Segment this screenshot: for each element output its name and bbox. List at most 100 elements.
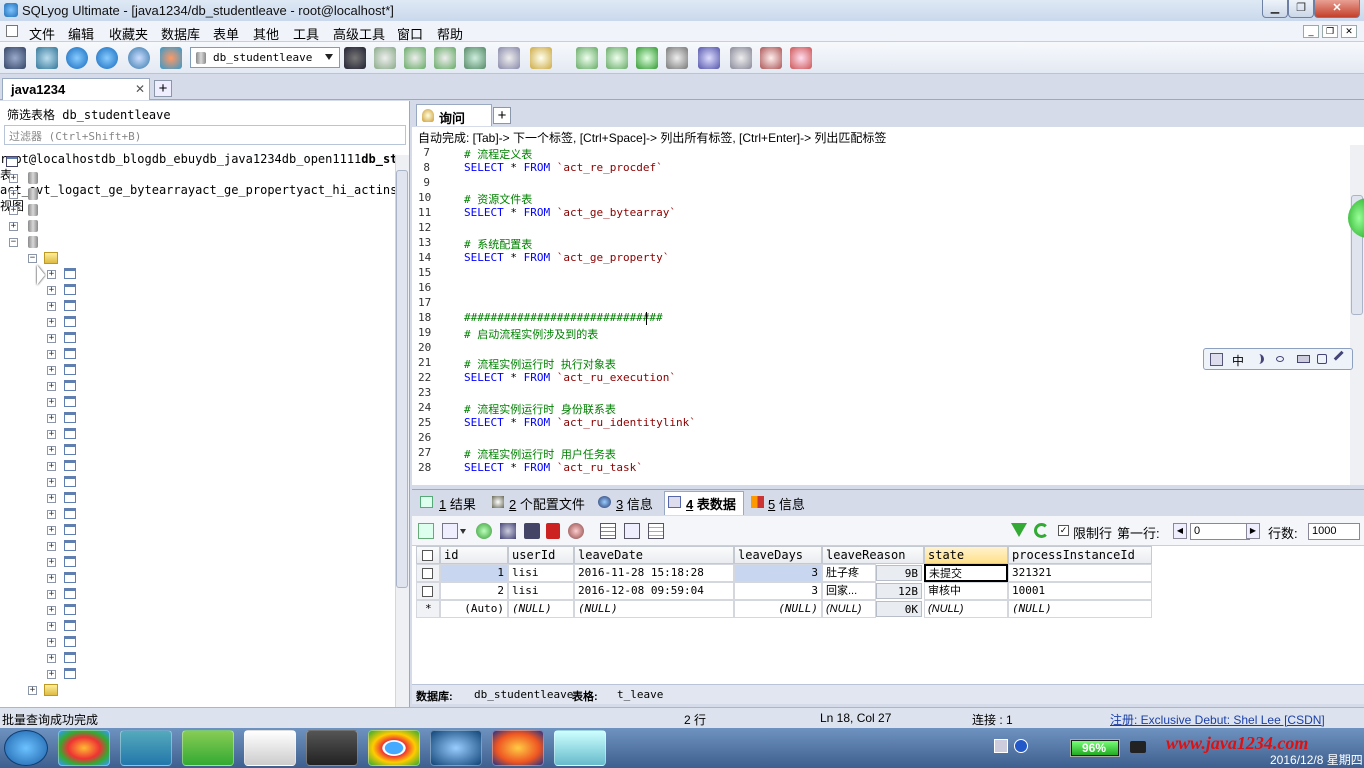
table-cell[interactable]: (NULL) (508, 600, 574, 618)
grid-view-icon[interactable] (600, 523, 616, 539)
table-cell[interactable]: (NULL) (574, 600, 734, 618)
expand-icon[interactable]: + (47, 366, 56, 375)
tree-active-database[interactable]: db_studentleave (361, 152, 395, 166)
export-icon[interactable] (666, 47, 688, 69)
table-cell[interactable]: lisi (508, 582, 574, 600)
tree-table[interactable]: act_hi_actinst (303, 183, 395, 197)
row-selector[interactable] (416, 582, 440, 600)
expand-icon[interactable]: + (47, 414, 56, 423)
mdi-close-icon[interactable]: ✕ (1341, 25, 1357, 38)
table-cell[interactable]: lisi (508, 564, 574, 582)
filter-input[interactable]: 过滤器 (Ctrl+Shift+B) (4, 125, 406, 145)
blob-size-button[interactable]: 12B (876, 583, 922, 599)
table-cell[interactable]: 1 (440, 564, 508, 582)
camtasia-recorder-icon[interactable] (244, 730, 296, 766)
table-cell[interactable]: (Auto) (440, 600, 508, 618)
create-table-icon[interactable] (374, 47, 396, 69)
settings-icon[interactable] (1317, 354, 1327, 364)
database-selector[interactable]: db_studentleave (190, 47, 340, 68)
code-line[interactable]: # 流程实例运行时 用户任务表 (464, 446, 616, 462)
power-plug-icon[interactable] (1130, 741, 1146, 753)
copy-db-icon[interactable] (434, 47, 456, 69)
menu-window[interactable]: 窗口 (397, 24, 423, 43)
table-cell[interactable]: 回家... (822, 582, 876, 600)
registration-link[interactable]: 注册: Exclusive Debut: Shel Lee [CSDN] (1110, 711, 1325, 728)
expand-icon[interactable]: + (47, 398, 56, 407)
expand-icon[interactable]: + (47, 558, 56, 567)
code-line[interactable]: SELECT * FROM `act_ge_bytearray` (464, 206, 676, 219)
expand-icon[interactable]: + (47, 510, 56, 519)
tab-messages[interactable]: 3 信息 (616, 494, 653, 513)
expand-icon[interactable]: + (47, 286, 56, 295)
expand-icon[interactable]: + (47, 302, 56, 311)
column-header[interactable]: leaveDate (574, 546, 734, 564)
row-checkbox[interactable] (422, 568, 433, 579)
tree-database[interactable]: db_ebuy (152, 152, 203, 166)
tree-database[interactable]: db_blog (101, 152, 152, 166)
smallee-ide-icon[interactable] (306, 730, 358, 766)
filter-icon[interactable] (1011, 523, 1027, 537)
firefox-icon[interactable] (492, 730, 544, 766)
restore-icon[interactable] (606, 47, 628, 69)
code-line[interactable]: # 流程实例运行时 执行对象表 (464, 356, 616, 372)
limit-rows-checkbox[interactable]: ✓ (1058, 525, 1069, 536)
cancel-icon[interactable] (568, 523, 584, 539)
windows-start-icon[interactable] (4, 730, 48, 766)
tree-scrollbar-thumb[interactable] (396, 170, 408, 588)
keyboard-icon[interactable] (1297, 355, 1310, 363)
paint-app-icon[interactable] (58, 730, 110, 766)
expand-icon[interactable]: + (47, 654, 56, 663)
menu-advanced-tools[interactable]: 高级工具 (333, 24, 385, 43)
tray-icon[interactable] (994, 739, 1008, 753)
code-line[interactable]: # 流程实例运行时 身份联系表 (464, 401, 616, 417)
close-tab-icon[interactable]: ✕ (135, 82, 145, 96)
row-selector[interactable] (416, 564, 440, 582)
table-cell[interactable]: 10001 (1008, 582, 1152, 600)
expand-icon[interactable]: + (47, 430, 56, 439)
code-line[interactable]: # 流程定义表 (464, 146, 532, 162)
expand-icon[interactable]: + (47, 526, 56, 535)
column-header[interactable]: leaveDays (734, 546, 822, 564)
tree-table[interactable]: act_ge_property (195, 183, 303, 197)
wps-writer-icon[interactable] (120, 730, 172, 766)
expand-icon[interactable]: + (47, 606, 56, 615)
sqlyog-icon[interactable] (430, 730, 482, 766)
menu-edit[interactable]: 编辑 (68, 24, 94, 43)
wrench-icon[interactable] (1333, 350, 1350, 367)
sync-icon[interactable] (464, 47, 486, 69)
tree-database[interactable]: db_java1234 (202, 152, 281, 166)
table-cell[interactable]: 2016-12-08 09:59:04 (574, 582, 734, 600)
expand-icon[interactable]: + (47, 318, 56, 327)
minimize-button[interactable]: ▁ (1262, 0, 1288, 18)
code-line[interactable]: # 启动流程实例涉及到的表 (464, 326, 598, 342)
form-view-icon[interactable] (624, 523, 640, 539)
code-line[interactable]: SELECT * FROM `act_ge_property` (464, 251, 669, 264)
half-width-icon[interactable] (1254, 354, 1264, 364)
object-browser-icon[interactable] (160, 47, 182, 69)
new-query-icon[interactable] (344, 47, 366, 69)
code-line[interactable]: SELECT * FROM `act_ru_task` (464, 461, 643, 474)
add-query-tab-button[interactable]: + (493, 107, 511, 124)
tab-profiles[interactable]: 2 个配置文件 (509, 494, 585, 513)
tab-connection[interactable]: java1234 ✕ (2, 78, 150, 100)
row-selector[interactable]: * (416, 600, 440, 618)
expand-icon[interactable]: + (28, 686, 37, 695)
code-line[interactable]: SELECT * FROM `act_ru_execution` (464, 371, 676, 384)
expand-icon[interactable]: + (47, 350, 56, 359)
table-cell[interactable]: 肚子疼 (822, 564, 876, 582)
column-header[interactable]: userId (508, 546, 574, 564)
table-cell[interactable]: 未提交 (924, 564, 1008, 582)
tab-query[interactable]: 询问 (416, 104, 492, 126)
close-button[interactable]: ✕ (1314, 0, 1360, 18)
duplicate-row-icon[interactable] (500, 523, 516, 539)
tab-result[interactable]: 1 结果 (439, 494, 476, 513)
column-header[interactable]: leaveReason (822, 546, 924, 564)
tree-database[interactable]: db_open1111 (282, 152, 361, 166)
code-line[interactable]: SELECT * FROM `act_ru_identitylink` (464, 416, 696, 429)
maximize-button[interactable]: ❐ (1288, 0, 1314, 18)
column-header[interactable]: id (440, 546, 508, 564)
delete-icon[interactable] (546, 523, 560, 539)
export-result-icon[interactable] (442, 523, 458, 539)
next-page-button[interactable]: ▶ (1246, 523, 1260, 539)
table-cell[interactable]: 2016-11-28 15:18:28 (574, 564, 734, 582)
